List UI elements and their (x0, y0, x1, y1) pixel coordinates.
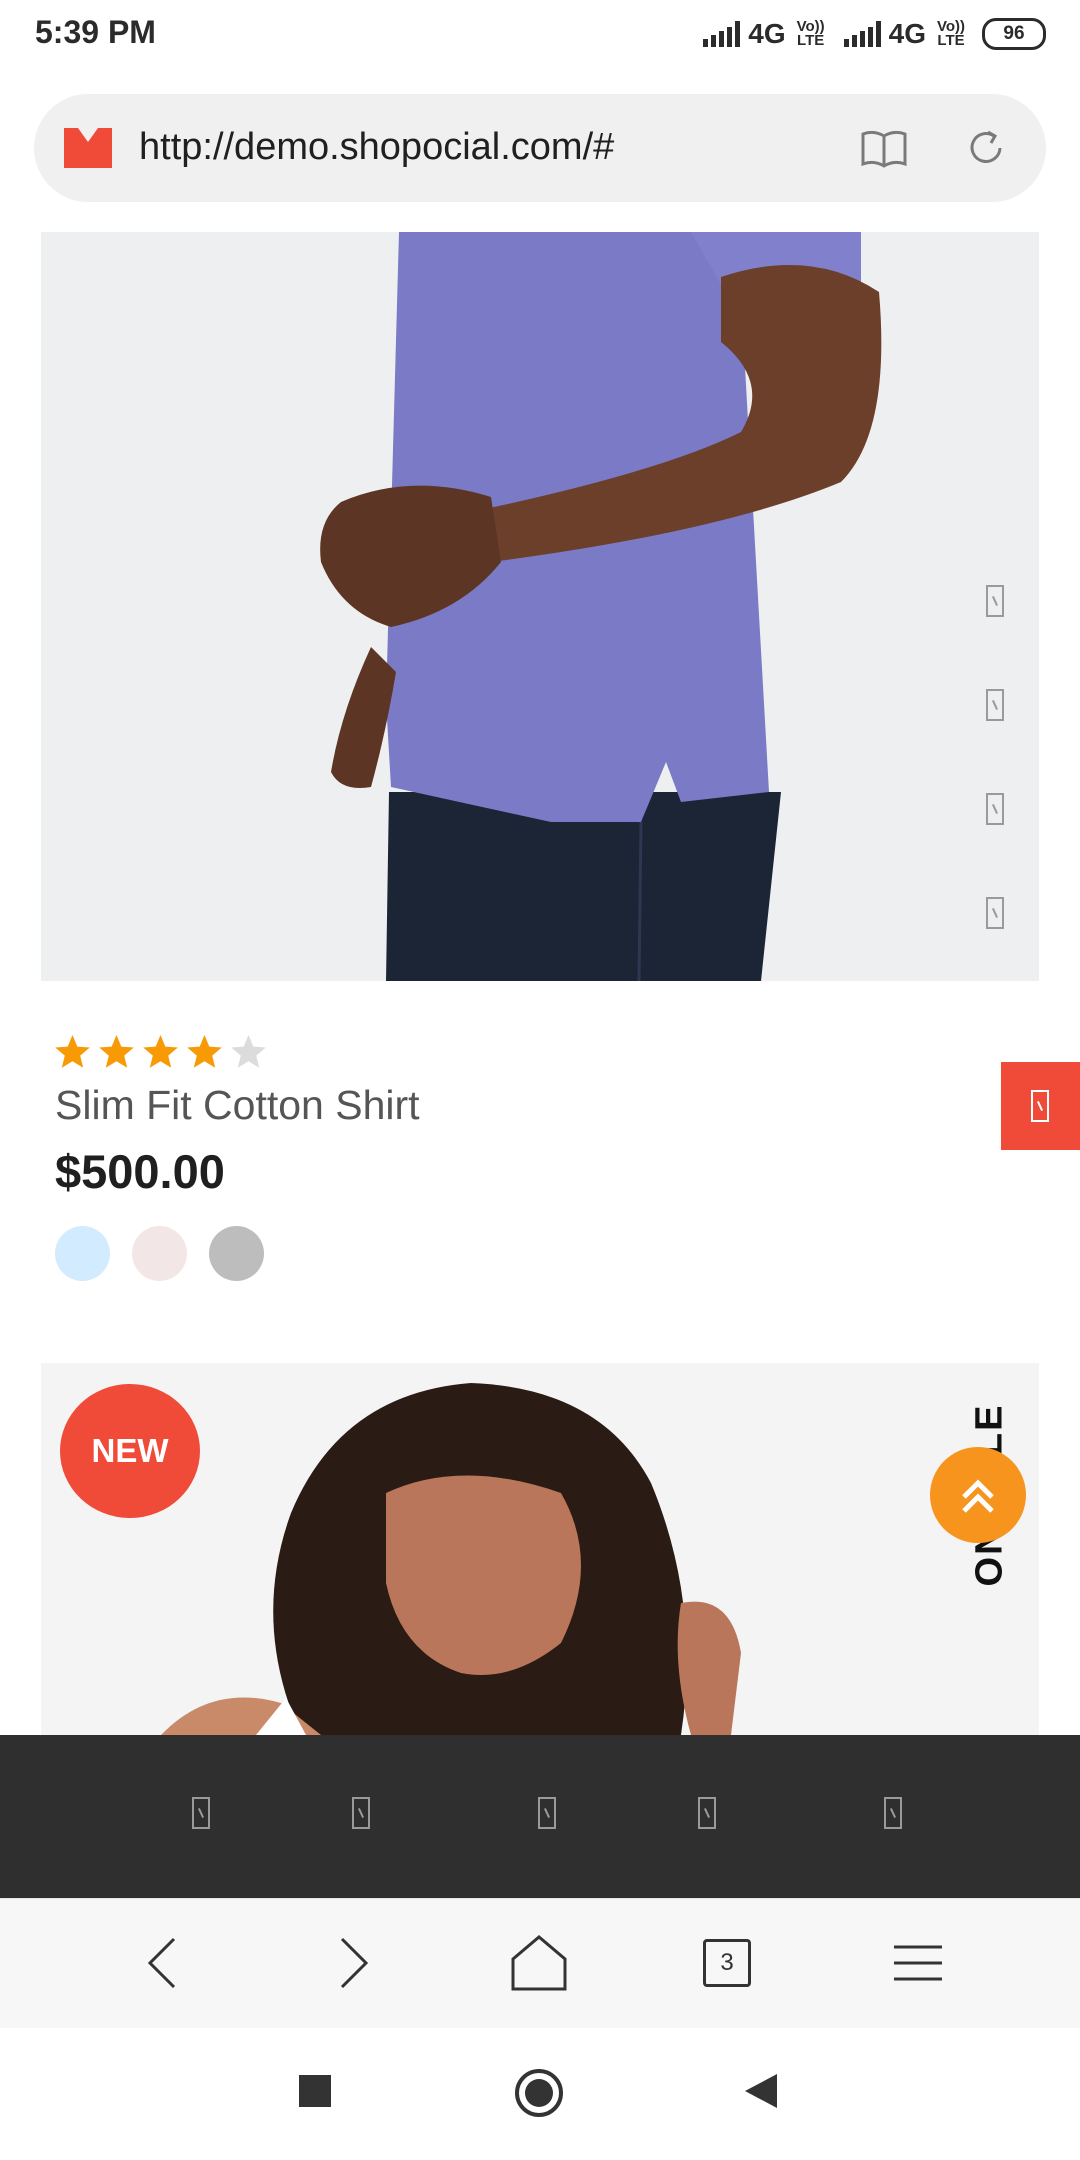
color-swatch[interactable] (55, 1226, 110, 1281)
back-icon[interactable] (134, 1933, 194, 1993)
status-indicators: 4G Vo)) LTE 4G Vo)) LTE 96 (703, 14, 1046, 54)
site-logo-icon (64, 128, 112, 168)
browser-toolbar: 3 (0, 1898, 1080, 2029)
home-nav-icon[interactable] (192, 1797, 210, 1829)
signal-icon-2 (843, 21, 881, 47)
wishlist-icon[interactable] (986, 689, 1004, 721)
network-type-1: 4G (748, 18, 786, 49)
url-text[interactable]: http://demo.shopocial.com/# (139, 126, 614, 169)
network-type-2: 4G (888, 18, 926, 49)
cart-nav-icon[interactable] (698, 1797, 716, 1829)
reader-mode-icon[interactable] (860, 128, 908, 168)
reload-icon[interactable] (964, 126, 1008, 170)
signal-icon (703, 21, 741, 47)
scroll-to-top-button[interactable] (930, 1447, 1026, 1543)
account-nav-icon[interactable] (884, 1797, 902, 1829)
cart-icon (1031, 1090, 1049, 1122)
star-filled-icon (99, 1035, 134, 1068)
android-navigation-bar (0, 2028, 1080, 2160)
home-icon[interactable] (509, 1933, 569, 1993)
tabs-button[interactable]: 3 (703, 1939, 751, 1987)
product-rating (54, 1034, 267, 1071)
category-nav-icon[interactable] (352, 1797, 370, 1829)
star-filled-icon (143, 1035, 178, 1068)
recents-icon[interactable] (298, 2074, 332, 2108)
back-triangle-icon[interactable] (743, 2072, 779, 2110)
star-filled-icon (187, 1035, 222, 1068)
search-nav-icon[interactable] (538, 1797, 556, 1829)
status-time: 5:39 PM (35, 14, 156, 50)
compare-icon[interactable] (986, 793, 1004, 825)
star-filled-icon (55, 1035, 90, 1068)
volte-badge-1: Vo)) LTE (796, 18, 825, 49)
quick-view-icon[interactable] (986, 585, 1004, 617)
side-cart-tab[interactable] (1001, 1062, 1080, 1150)
color-swatch[interactable] (209, 1226, 264, 1281)
menu-icon[interactable] (888, 1933, 948, 1993)
double-chevron-up-icon (962, 1479, 994, 1513)
add-to-cart-icon[interactable] (986, 897, 1004, 929)
shirt-photo (41, 232, 1039, 981)
color-swatch[interactable] (132, 1226, 187, 1281)
product-image-shirt[interactable] (41, 232, 1039, 981)
address-bar[interactable]: http://demo.shopocial.com/# (34, 94, 1046, 202)
star-empty-icon (231, 1035, 266, 1068)
status-bar: 5:39 PM 4G Vo)) LTE 4G Vo)) LTE 96 (0, 0, 1080, 70)
color-swatches (55, 1226, 264, 1281)
forward-icon[interactable] (322, 1933, 382, 1993)
battery-icon: 96 (982, 18, 1046, 50)
home-circle-icon[interactable] (514, 2068, 564, 2118)
product-title[interactable]: Slim Fit Cotton Shirt (55, 1082, 420, 1129)
product-price: $500.00 (55, 1145, 225, 1198)
volte-badge-2: Vo)) LTE (936, 18, 966, 49)
new-badge: NEW (60, 1384, 200, 1518)
site-bottom-nav (0, 1735, 1080, 1898)
